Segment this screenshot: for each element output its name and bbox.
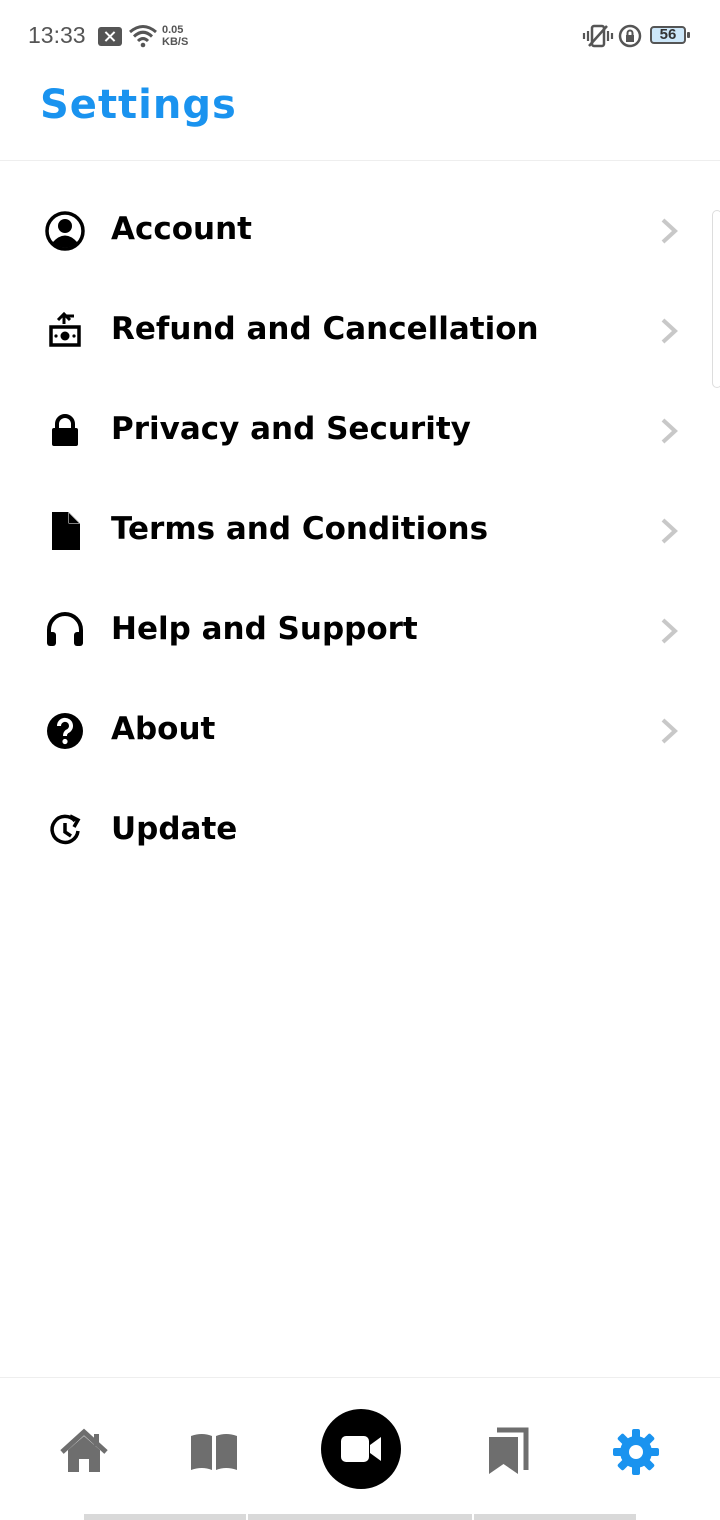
settings-item-about[interactable]: About [0,680,720,780]
settings-item-terms[interactable]: Terms and Conditions [0,480,720,580]
chevron-right-icon [661,418,678,444]
home-icon[interactable] [58,1426,110,1478]
update-icon [50,814,81,845]
settings-item-label: Account [111,211,252,247]
notification-close-icon [98,27,122,46]
network-speed-value: 0.05 [162,24,184,36]
status-time: 13:33 [28,22,86,48]
gesture-bar [474,1514,636,1520]
battery-icon: 56 [650,26,690,44]
refund-icon [49,311,81,347]
wifi-icon [129,25,157,48]
vibrate-icon [582,24,614,48]
settings-item-label: Update [111,811,238,847]
gear-icon[interactable] [610,1426,662,1478]
rotation-lock-icon [618,24,642,48]
chevron-right-icon [661,318,678,344]
settings-item-privacy[interactable]: Privacy and Security [0,380,720,480]
chevron-right-icon [661,518,678,544]
settings-item-label: Help and Support [111,611,418,647]
settings-item-label: Privacy and Security [111,411,471,447]
gesture-bar [248,1514,472,1520]
status-bar: 13:33 0.05 KB/S 56 [0,0,720,72]
chevron-right-icon [661,618,678,644]
battery-level: 56 [659,26,677,43]
chevron-right-icon [661,718,678,744]
document-icon [52,512,80,550]
settings-item-label: Refund and Cancellation [111,311,539,347]
settings-item-label: About [111,711,216,747]
book-icon[interactable] [188,1426,240,1478]
video-camera-icon [341,1436,381,1462]
header-divider [0,160,720,161]
settings-item-label: Terms and Conditions [111,511,489,547]
settings-item-update[interactable]: Update [0,780,720,880]
page-title: Settings [40,82,237,128]
account-circle-icon [45,211,85,251]
bookmarks-icon[interactable] [482,1426,534,1478]
help-circle-icon [47,713,83,749]
record-video-button[interactable] [321,1409,401,1489]
network-speed: 0.05 KB/S [162,24,188,48]
headphones-icon [47,612,83,646]
network-speed-unit: KB/S [162,36,189,48]
gesture-bar [84,1514,246,1520]
bottom-nav-divider [0,1377,720,1378]
settings-item-help[interactable]: Help and Support [0,580,720,680]
settings-item-refund[interactable]: Refund and Cancellation [0,280,720,380]
lock-icon [52,414,78,446]
chevron-right-icon [661,218,678,244]
settings-item-account[interactable]: Account [0,180,720,280]
